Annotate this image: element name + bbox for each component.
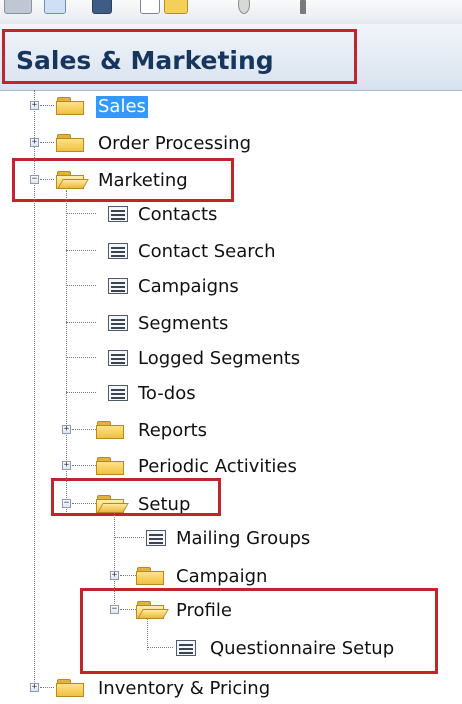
tree-node-label: Contacts: [138, 204, 218, 225]
tree-node-label: Periodic Activities: [138, 456, 297, 477]
tree-node-label: Campaign: [176, 566, 268, 587]
page-title: Sales & Marketing: [16, 46, 274, 75]
tree-node-logged-segments[interactable]: Logged Segments: [0, 344, 320, 374]
collapse-button[interactable]: −: [30, 175, 39, 184]
tree-node-inventory-pricing[interactable]: + Inventory & Pricing: [0, 674, 360, 704]
page-icon: [108, 385, 128, 401]
tree-node-label: Questionnaire Setup: [210, 638, 395, 659]
expand-button[interactable]: +: [110, 571, 119, 580]
open-folder-icon: [96, 495, 129, 513]
tree-node-mailing-groups[interactable]: Mailing Groups: [0, 524, 360, 554]
toolbar-edit-icon[interactable]: [44, 0, 66, 14]
page-icon: [108, 278, 128, 294]
toolbar-list-icon[interactable]: [140, 0, 160, 14]
tree-node-profile[interactable]: − Profile: [0, 596, 300, 626]
toolbar-folder-icon[interactable]: [164, 0, 188, 14]
folder-icon: [56, 679, 86, 697]
tree-node-label: Inventory & Pricing: [98, 678, 271, 699]
page-icon: [108, 243, 128, 259]
navigation-tree: + Sales + Order Processing − Marketing C…: [0, 90, 462, 699]
toolbar-app-icon[interactable]: [4, 0, 32, 14]
toolbar-lock-icon[interactable]: [238, 0, 250, 14]
navigation-pane-header: Sales & Marketing: [0, 24, 462, 91]
toolbar-separator: [300, 0, 306, 14]
tree-node-label: Mailing Groups: [176, 528, 311, 549]
tree-node-label: To-dos: [138, 383, 196, 404]
tree-node-segments[interactable]: Segments: [0, 309, 280, 339]
tree-node-questionnaire-setup[interactable]: Questionnaire Setup: [0, 634, 440, 664]
tree-node-campaign[interactable]: + Campaign: [0, 562, 320, 592]
tree-node-label: Logged Segments: [138, 348, 301, 369]
folder-icon: [56, 97, 86, 115]
tree-node-sales[interactable]: + Sales: [0, 92, 200, 122]
page-icon: [108, 350, 128, 366]
collapse-button[interactable]: −: [62, 499, 71, 508]
tree-node-reports[interactable]: + Reports: [0, 416, 260, 446]
page-icon: [108, 315, 128, 331]
tree-node-label: Segments: [138, 313, 229, 334]
tree-node-todos[interactable]: To-dos: [0, 379, 240, 409]
page-icon: [176, 640, 196, 656]
tree-node-label: Profile: [176, 600, 232, 621]
tree-node-marketing[interactable]: − Marketing: [0, 166, 230, 196]
expand-button[interactable]: +: [30, 138, 39, 147]
tree-node-label: Campaigns: [138, 276, 239, 297]
toolbar-binoculars-icon[interactable]: [92, 0, 112, 14]
expand-button[interactable]: +: [30, 101, 39, 110]
folder-icon: [96, 457, 126, 475]
open-folder-icon: [56, 171, 89, 189]
folder-icon: [96, 421, 126, 439]
tree-node-label: Marketing: [98, 170, 188, 191]
tree-node-campaigns[interactable]: Campaigns: [0, 272, 280, 302]
tree-node-contacts[interactable]: Contacts: [0, 200, 260, 230]
tree-node-label: Contact Search: [138, 241, 276, 262]
open-folder-icon: [136, 601, 169, 619]
folder-icon: [136, 567, 166, 585]
tree-node-label: Sales: [96, 96, 148, 118]
page-icon: [108, 206, 128, 222]
toolbar: [0, 0, 462, 24]
folder-icon: [56, 134, 86, 152]
tree-node-order-processing[interactable]: + Order Processing: [0, 129, 300, 159]
page-icon: [146, 530, 166, 546]
tree-node-label: Setup: [138, 494, 191, 515]
tree-node-contact-search[interactable]: Contact Search: [0, 237, 300, 267]
tree-node-periodic-activities[interactable]: + Periodic Activities: [0, 452, 360, 482]
tree-node-setup[interactable]: − Setup: [0, 490, 220, 520]
collapse-button[interactable]: −: [110, 605, 119, 614]
tree-node-label: Reports: [138, 420, 208, 441]
expand-button[interactable]: +: [62, 425, 71, 434]
expand-button[interactable]: +: [62, 461, 71, 470]
tree-node-label: Order Processing: [98, 133, 251, 154]
expand-button[interactable]: +: [30, 683, 39, 692]
